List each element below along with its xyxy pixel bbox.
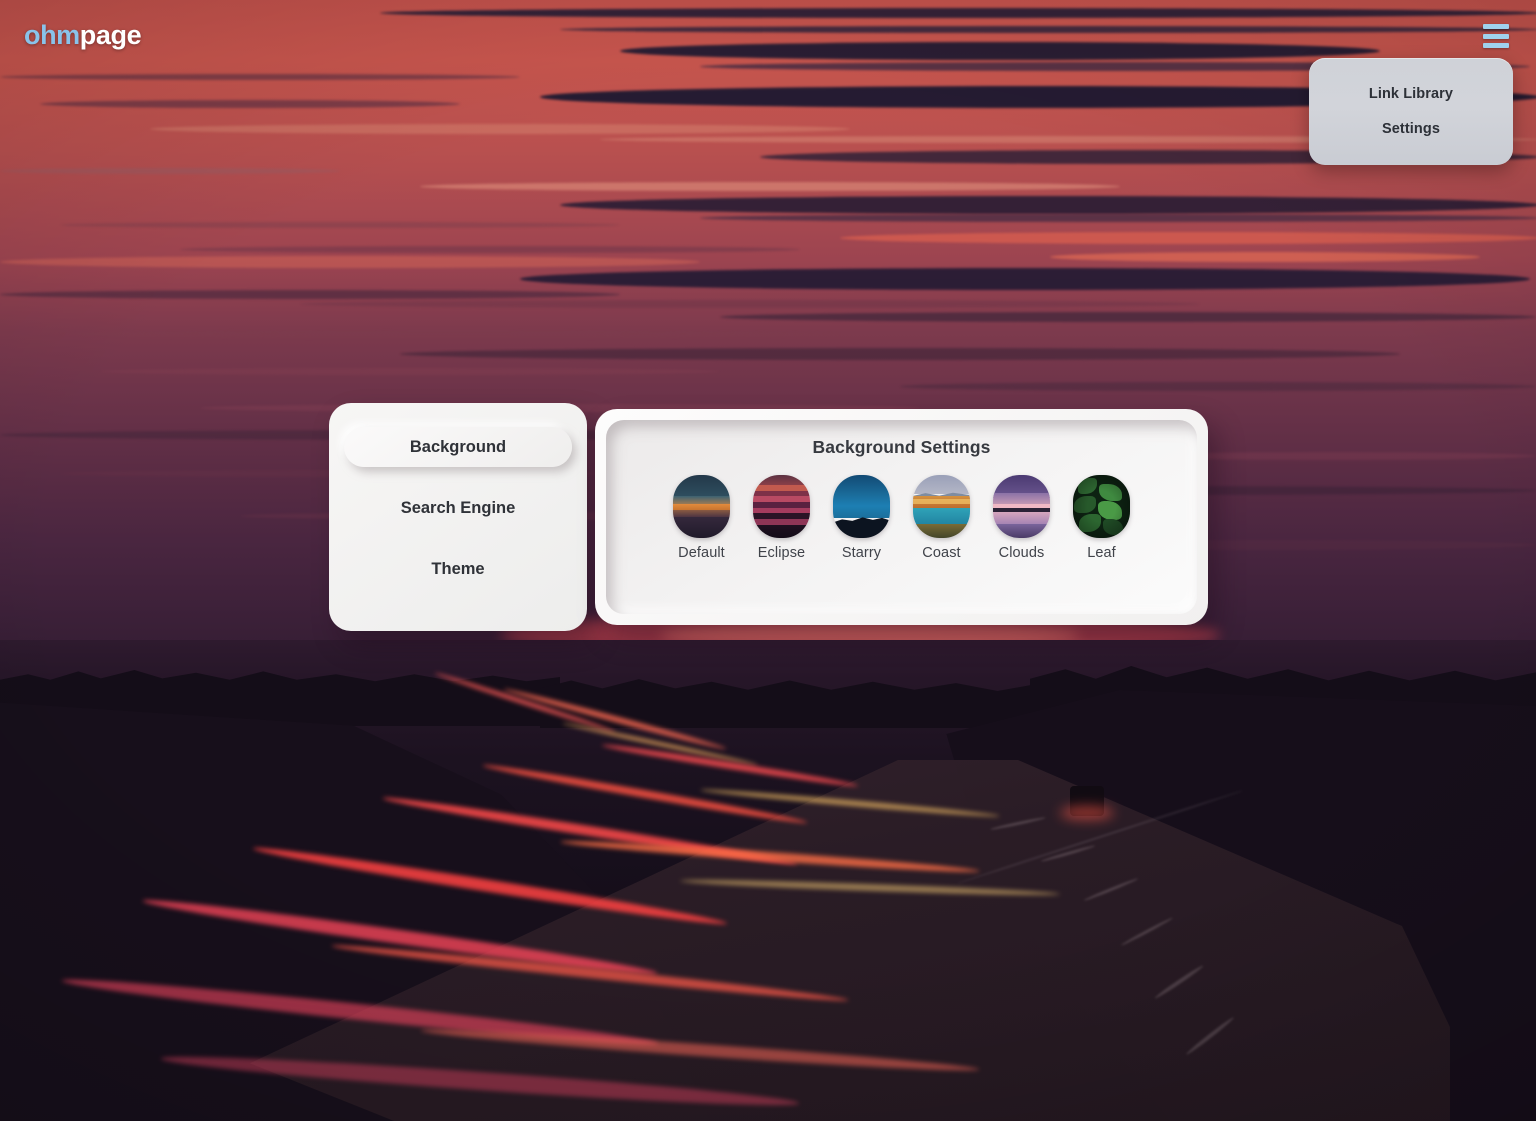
background-option-clouds[interactable]: Clouds bbox=[993, 475, 1050, 561]
background-option-leaf[interactable]: Leaf bbox=[1073, 475, 1130, 561]
background-option-eclipse[interactable]: Eclipse bbox=[753, 475, 810, 561]
app-logo[interactable]: ohmpage bbox=[24, 20, 142, 51]
menu-item-settings[interactable]: Settings bbox=[1382, 121, 1440, 137]
settings-panel: Background Search Engine Theme Backgroun… bbox=[329, 403, 1208, 631]
background-thumbnail-default bbox=[673, 475, 730, 538]
sidebar-item-label: Background bbox=[409, 437, 507, 456]
background-option-coast[interactable]: Coast bbox=[913, 475, 970, 561]
background-option-label: Eclipse bbox=[757, 545, 806, 561]
background-option-label: Default bbox=[678, 545, 725, 561]
hamburger-bar-1 bbox=[1483, 24, 1509, 29]
background-option-label: Coast bbox=[922, 545, 961, 561]
background-option-label: Clouds bbox=[998, 545, 1045, 561]
sidebar-item-search-engine[interactable]: Search Engine bbox=[344, 488, 572, 528]
settings-content-inset: Background Settings Default Eclipse Star… bbox=[606, 420, 1197, 614]
background-option-default[interactable]: Default bbox=[673, 475, 730, 561]
nav-dropdown-menu: Link Library Settings bbox=[1309, 58, 1513, 165]
logo-prefix: ohm bbox=[24, 20, 80, 50]
background-option-label: Starry bbox=[841, 545, 882, 561]
background-thumbnail-clouds bbox=[993, 475, 1050, 538]
wallpaper-ground bbox=[0, 640, 1536, 1121]
hamburger-bar-3 bbox=[1483, 43, 1509, 48]
sidebar-item-background[interactable]: Background bbox=[344, 427, 572, 467]
panel-title: Background Settings bbox=[812, 437, 991, 457]
hamburger-menu-icon[interactable] bbox=[1483, 24, 1509, 48]
background-thumbnail-starry bbox=[833, 475, 890, 538]
settings-sidebar: Background Search Engine Theme bbox=[329, 403, 587, 631]
logo-suffix: page bbox=[79, 20, 142, 50]
menu-item-link-library[interactable]: Link Library bbox=[1369, 86, 1453, 102]
settings-content-card: Background Settings Default Eclipse Star… bbox=[595, 409, 1208, 625]
background-thumbnail-eclipse bbox=[753, 475, 810, 538]
sidebar-item-label: Theme bbox=[431, 559, 485, 578]
background-thumbnail-leaf bbox=[1073, 475, 1130, 538]
background-options-row: Default Eclipse Starry Coast Clouds Leaf bbox=[606, 475, 1197, 561]
sidebar-item-label: Search Engine bbox=[400, 498, 516, 517]
background-thumbnail-coast bbox=[913, 475, 970, 538]
background-option-starry[interactable]: Starry bbox=[833, 475, 890, 561]
sidebar-item-theme[interactable]: Theme bbox=[344, 549, 572, 589]
background-option-label: Leaf bbox=[1087, 545, 1116, 561]
hamburger-bar-2 bbox=[1483, 33, 1509, 39]
